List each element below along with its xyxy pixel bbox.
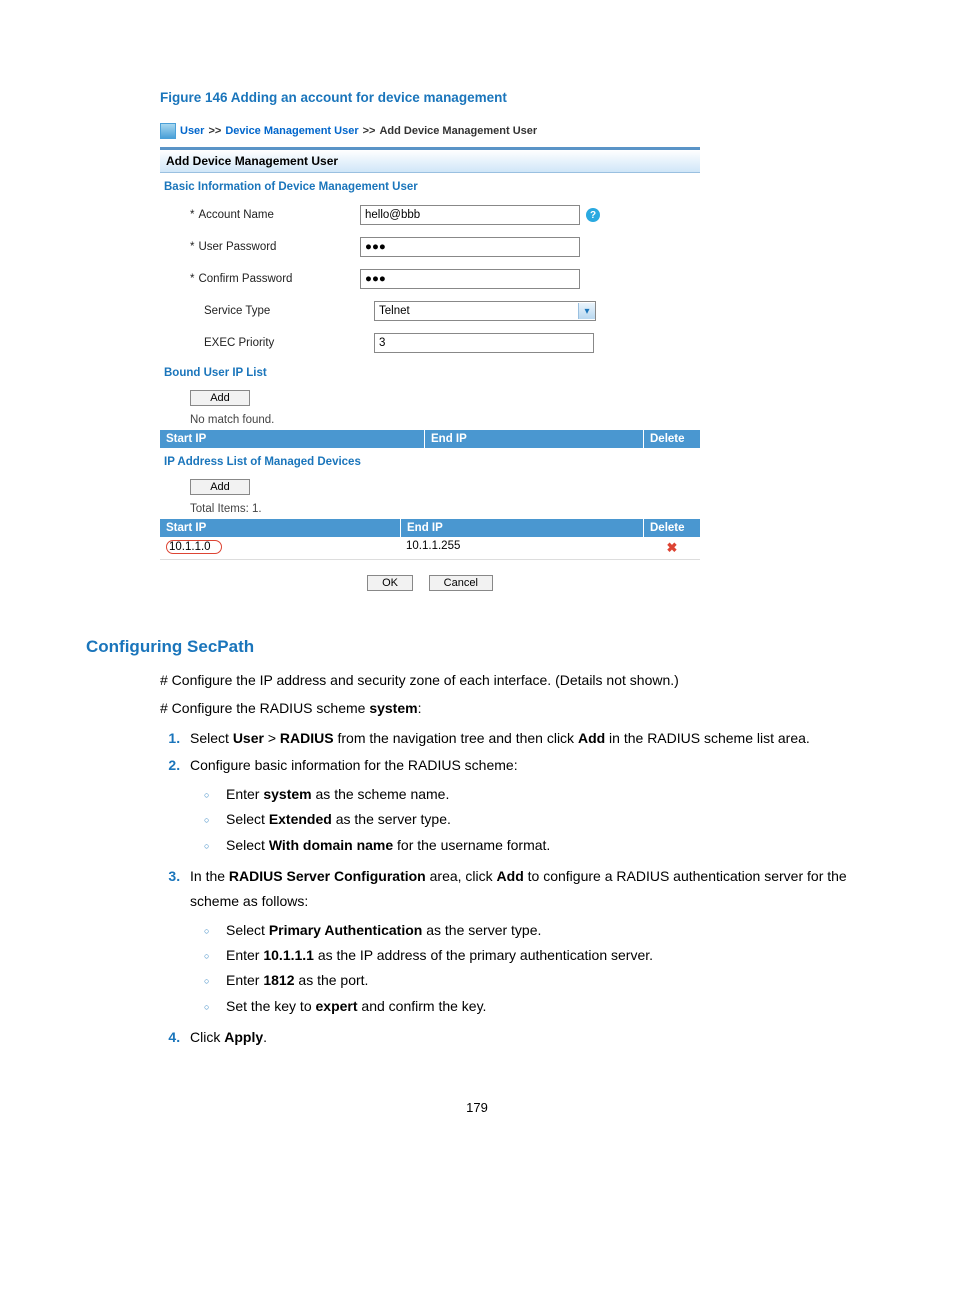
chevron-down-icon: ▾ (578, 303, 595, 319)
list-item: In the RADIUS Server Configuration area,… (184, 864, 868, 1019)
breadcrumb-current: Add Device Management User (379, 125, 537, 137)
sub-item: Select With domain name for the username… (204, 833, 868, 858)
label-password: *User Password (160, 241, 360, 253)
sub-item: Select Primary Authentication as the ser… (204, 918, 868, 943)
section-heading: Configuring SecPath (86, 637, 868, 657)
label-exec: EXEC Priority (160, 337, 374, 349)
managed-ip-table-header: Start IP End IP Delete (160, 519, 700, 537)
breadcrumb-sep: >> (363, 125, 376, 137)
page-number: 179 (86, 1100, 868, 1115)
row-service: Service Type Telnet ▾ (160, 295, 700, 327)
list-item: Click Apply. (184, 1025, 868, 1050)
sub-item: Enter 1812 as the port. (204, 968, 868, 993)
col-start-ip[interactable]: Start IP (160, 519, 401, 537)
help-icon[interactable]: ? (586, 208, 600, 222)
list-item: Configure basic information for the RADI… (184, 753, 868, 858)
basic-info-title: Basic Information of Device Management U… (160, 173, 700, 199)
col-end-ip[interactable]: End IP (425, 430, 644, 448)
row-exec: EXEC Priority (160, 327, 700, 359)
screenshot-panel: User >> Device Management User >> Add De… (160, 123, 700, 597)
breadcrumb: User >> Device Management User >> Add De… (160, 123, 700, 139)
breadcrumb-devmgmt[interactable]: Device Management User (225, 125, 358, 137)
bound-ip-title: Bound User IP List (160, 359, 700, 385)
highlight-circle: 10.1.1.0 (166, 540, 222, 554)
cancel-button[interactable]: Cancel (429, 575, 493, 591)
label-confirm: *Confirm Password (160, 273, 360, 285)
breadcrumb-user[interactable]: User (180, 125, 204, 137)
doc-paragraph: # Configure the RADIUS scheme system: (160, 697, 868, 719)
col-start-ip[interactable]: Start IP (160, 430, 425, 448)
no-match-text: No match found. (160, 410, 700, 430)
figure-title: Figure 146 Adding an account for device … (160, 90, 868, 105)
ok-button[interactable]: OK (367, 575, 413, 591)
input-account[interactable] (360, 205, 580, 225)
row-account: *Account Name ? (160, 199, 700, 231)
cell-start-ip: 10.1.1.0 (160, 537, 400, 559)
user-icon (160, 123, 176, 139)
input-confirm[interactable] (360, 269, 580, 289)
label-account: *Account Name (160, 209, 360, 221)
add-bound-ip-button[interactable]: Add (190, 390, 250, 406)
total-items-text: Total Items: 1. (160, 499, 700, 519)
add-managed-ip-button[interactable]: Add (190, 479, 250, 495)
select-service[interactable]: Telnet ▾ (374, 301, 596, 321)
col-delete: Delete (644, 430, 700, 448)
input-password[interactable] (360, 237, 580, 257)
col-delete: Delete (644, 519, 700, 537)
sub-list: Enter system as the scheme name. Select … (204, 782, 868, 858)
sub-item: Enter 10.1.1.1 as the IP address of the … (204, 943, 868, 968)
col-end-ip[interactable]: End IP (401, 519, 644, 537)
bound-ip-table-header: Start IP End IP Delete (160, 430, 700, 448)
sub-item: Set the key to expert and confirm the ke… (204, 994, 868, 1019)
ordered-list: Select User > RADIUS from the navigation… (160, 726, 868, 1050)
button-bar: OK Cancel (160, 560, 700, 597)
cell-end-ip: 10.1.1.255 (400, 537, 644, 559)
main-panel: Add Device Management User Basic Informa… (160, 147, 700, 597)
list-item: Select User > RADIUS from the navigation… (184, 726, 868, 751)
delete-icon[interactable]: ✖ (667, 540, 678, 555)
label-service: Service Type (160, 305, 374, 317)
row-password: *User Password (160, 231, 700, 263)
managed-ip-title: IP Address List of Managed Devices (160, 448, 700, 474)
table-row: 10.1.1.0 10.1.1.255 ✖ (160, 537, 700, 560)
breadcrumb-sep: >> (208, 125, 221, 137)
sub-list: Select Primary Authentication as the ser… (204, 918, 868, 1019)
panel-header: Add Device Management User (160, 150, 700, 173)
input-exec[interactable] (374, 333, 594, 353)
select-service-value: Telnet (379, 305, 410, 317)
sub-item: Select Extended as the server type. (204, 807, 868, 832)
doc-paragraph: # Configure the IP address and security … (160, 669, 868, 691)
row-confirm: *Confirm Password (160, 263, 700, 295)
cell-delete: ✖ (644, 537, 700, 559)
sub-item: Enter system as the scheme name. (204, 782, 868, 807)
